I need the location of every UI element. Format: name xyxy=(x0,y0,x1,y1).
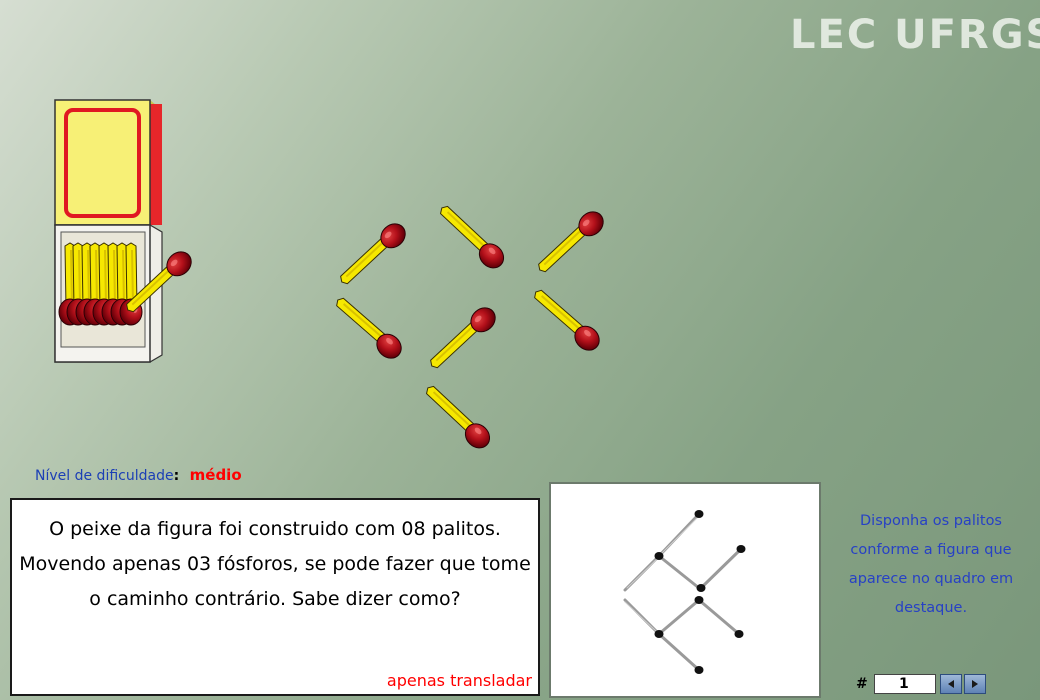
match-stick-7[interactable] xyxy=(419,379,496,454)
page-navigation: # 1 xyxy=(856,673,988,695)
arrow-right-icon xyxy=(972,680,978,688)
match-stick-3[interactable] xyxy=(531,205,610,280)
difficulty-level: médio xyxy=(189,466,242,484)
match-stick-1[interactable] xyxy=(333,217,412,292)
hint-link[interactable]: apenas transladar xyxy=(387,671,532,690)
instructions-text: Disponha os palitos conforme a figura qu… xyxy=(848,513,1014,616)
lec-ufrgs-logo: LEC UFRGS xyxy=(790,12,1040,58)
target-figure xyxy=(623,510,746,674)
problem-panel: O peixe da figura foi construido com 08 … xyxy=(10,498,540,696)
page-number-field[interactable]: 1 xyxy=(874,674,936,694)
match-stick-5[interactable] xyxy=(423,301,502,376)
problem-text: O peixe da figura foi construido com 08 … xyxy=(19,518,531,610)
prev-button[interactable] xyxy=(940,674,962,694)
match-stick-6[interactable] xyxy=(527,282,606,357)
match-puzzle-board[interactable] xyxy=(0,0,700,480)
difficulty-label: Nível de dificuldade xyxy=(35,468,174,484)
target-figure-panel xyxy=(549,482,821,698)
match-stick-2[interactable] xyxy=(433,199,510,274)
hash-label: # xyxy=(856,676,868,692)
difficulty-indicator: Nível de dificuldade: médio xyxy=(35,466,242,484)
match-stick-4[interactable] xyxy=(329,290,408,365)
next-button[interactable] xyxy=(964,674,986,694)
difficulty-separator: : xyxy=(173,468,180,484)
arrow-left-icon xyxy=(948,680,954,688)
